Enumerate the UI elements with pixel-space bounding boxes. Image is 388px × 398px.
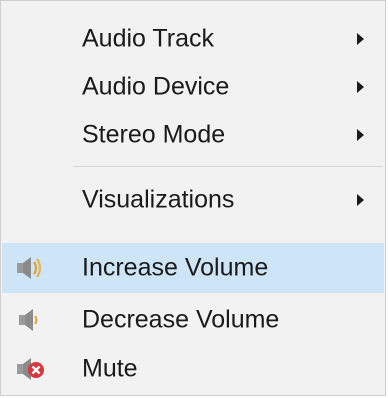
- menu-item-label: Audio Device: [82, 72, 230, 101]
- menu-item-audio-track[interactable]: Audio Track: [2, 16, 384, 62]
- volume-up-icon: [14, 253, 48, 283]
- menu-item-stereo-mode[interactable]: Stereo Mode: [2, 112, 384, 158]
- menu-item-label: Visualizations: [82, 185, 235, 214]
- volume-down-icon: [14, 305, 48, 335]
- menu-item-label: Decrease Volume: [82, 305, 280, 334]
- menu-item-label: Mute: [82, 354, 138, 383]
- menu-item-audio-device[interactable]: Audio Device: [2, 64, 384, 110]
- context-menu: Audio Track Audio Device Stereo Mode Vis…: [0, 0, 386, 396]
- menu-item-label: Audio Track: [82, 24, 215, 53]
- menu-item-visualizations[interactable]: Visualizations: [2, 177, 384, 223]
- menu-item-label: Increase Volume: [82, 253, 269, 282]
- menu-item-decrease-volume[interactable]: Decrease Volume: [2, 297, 384, 343]
- menu-separator: [73, 166, 383, 167]
- submenu-arrow-icon: [357, 194, 364, 206]
- submenu-arrow-icon: [357, 129, 364, 141]
- submenu-arrow-icon: [357, 81, 364, 93]
- submenu-arrow-icon: [357, 33, 364, 45]
- menu-item-increase-volume[interactable]: Increase Volume: [2, 243, 384, 293]
- menu-item-mute[interactable]: Mute: [2, 346, 384, 392]
- mute-icon: [14, 354, 48, 384]
- menu-item-label: Stereo Mode: [82, 120, 226, 149]
